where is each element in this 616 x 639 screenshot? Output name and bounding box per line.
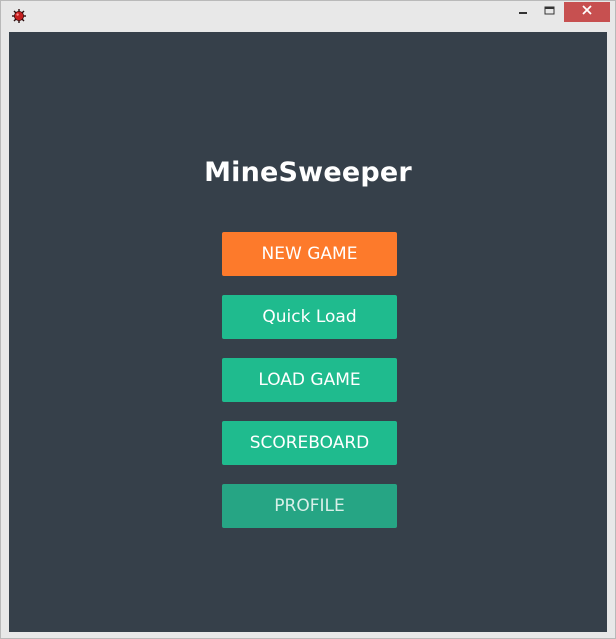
new-game-label: NEW GAME xyxy=(261,244,358,264)
load-game-button[interactable]: LOAD GAME xyxy=(222,358,397,402)
profile-label: PROFILE xyxy=(274,496,345,516)
quick-load-button[interactable]: Quick Load xyxy=(222,295,397,339)
main-menu-panel: MineSweeper NEW GAME Quick Load LOAD GAM… xyxy=(9,32,607,632)
minimize-icon xyxy=(518,3,528,21)
profile-button[interactable]: PROFILE xyxy=(222,484,397,528)
maximize-button[interactable] xyxy=(536,2,562,22)
load-game-label: LOAD GAME xyxy=(258,370,361,390)
minimize-button[interactable] xyxy=(510,2,536,22)
close-icon xyxy=(581,3,593,21)
scoreboard-label: SCOREBOARD xyxy=(249,433,370,453)
game-title: MineSweeper xyxy=(204,157,412,188)
maximize-icon xyxy=(544,3,555,21)
app-window: MineSweeper NEW GAME Quick Load LOAD GAM… xyxy=(0,0,616,639)
quick-load-label: Quick Load xyxy=(262,307,357,327)
close-button[interactable] xyxy=(564,2,610,22)
scoreboard-button[interactable]: SCOREBOARD xyxy=(222,421,397,465)
mine-icon xyxy=(11,8,27,24)
new-game-button[interactable]: NEW GAME xyxy=(222,232,397,276)
title-bar[interactable] xyxy=(1,1,615,31)
